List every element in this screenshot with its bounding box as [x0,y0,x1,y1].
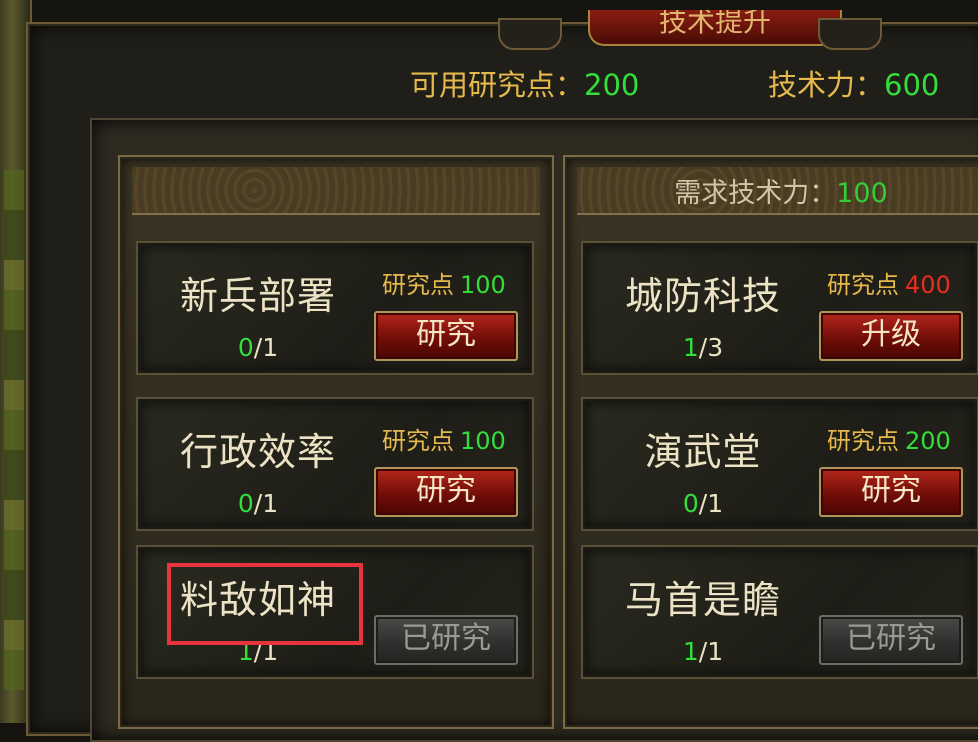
tech-card-training-hall: 演武堂 0/1 研究点 200 研究 [581,397,978,531]
tech-level: 0/1 [237,333,279,362]
researched-button[interactable]: 已研究 [819,615,963,665]
tech-power-stat: 技术力：600 [768,62,939,104]
tech-level: 1/3 [682,333,724,362]
title-ornament-right [818,18,882,50]
upgrade-button[interactable]: 升级 [819,311,963,361]
tech-level: 0/1 [237,489,279,518]
tech-power-value: 600 [884,68,940,102]
research-button[interactable]: 研究 [374,467,518,517]
tech-level: 0/1 [682,489,724,518]
tech-card-city-defense: 城防科技 1/3 研究点 400 升级 [581,241,978,375]
panel-title: 技术提升 [588,10,842,46]
required-tech-power: 需求技术力：100 [674,178,888,209]
column-header-left [132,167,540,215]
tech-card-new-recruit: 新兵部署 0/1 研究点 100 研究 [136,241,534,375]
researched-button[interactable]: 已研究 [374,615,518,665]
column-header-right: 需求技术力：100 [577,167,978,215]
research-cost: 研究点 200 [827,427,951,455]
tech-level: 1/1 [682,637,724,666]
tech-name: 城防科技 [624,274,781,318]
tech-name: 马首是瞻 [624,578,781,622]
research-cost: 研究点 100 [382,271,506,299]
tech-name: 演武堂 [644,430,762,474]
research-button[interactable]: 研究 [819,467,963,517]
research-cost: 研究点 100 [382,427,506,455]
tech-name: 行政效率 [179,430,336,474]
research-points-stat: 可用研究点：200 [410,62,639,104]
tech-card-admin-efficiency: 行政效率 0/1 研究点 100 研究 [136,397,534,531]
tech-power-label: 技术力： [768,68,885,102]
title-ornament-left [498,18,562,50]
research-cost: 研究点 400 [827,271,951,299]
research-points-label: 可用研究点： [410,68,585,102]
tech-column-right: 需求技术力：100 城防科技 1/3 研究点 400 升级 演武堂 0/1 研究点… [563,155,978,729]
research-button[interactable]: 研究 [374,311,518,361]
research-points-value: 200 [584,68,640,102]
tech-card-follow-lead: 马首是瞻 1/1 已研究 [581,545,978,679]
tech-name: 新兵部署 [179,274,336,318]
highlight-box [167,563,363,645]
